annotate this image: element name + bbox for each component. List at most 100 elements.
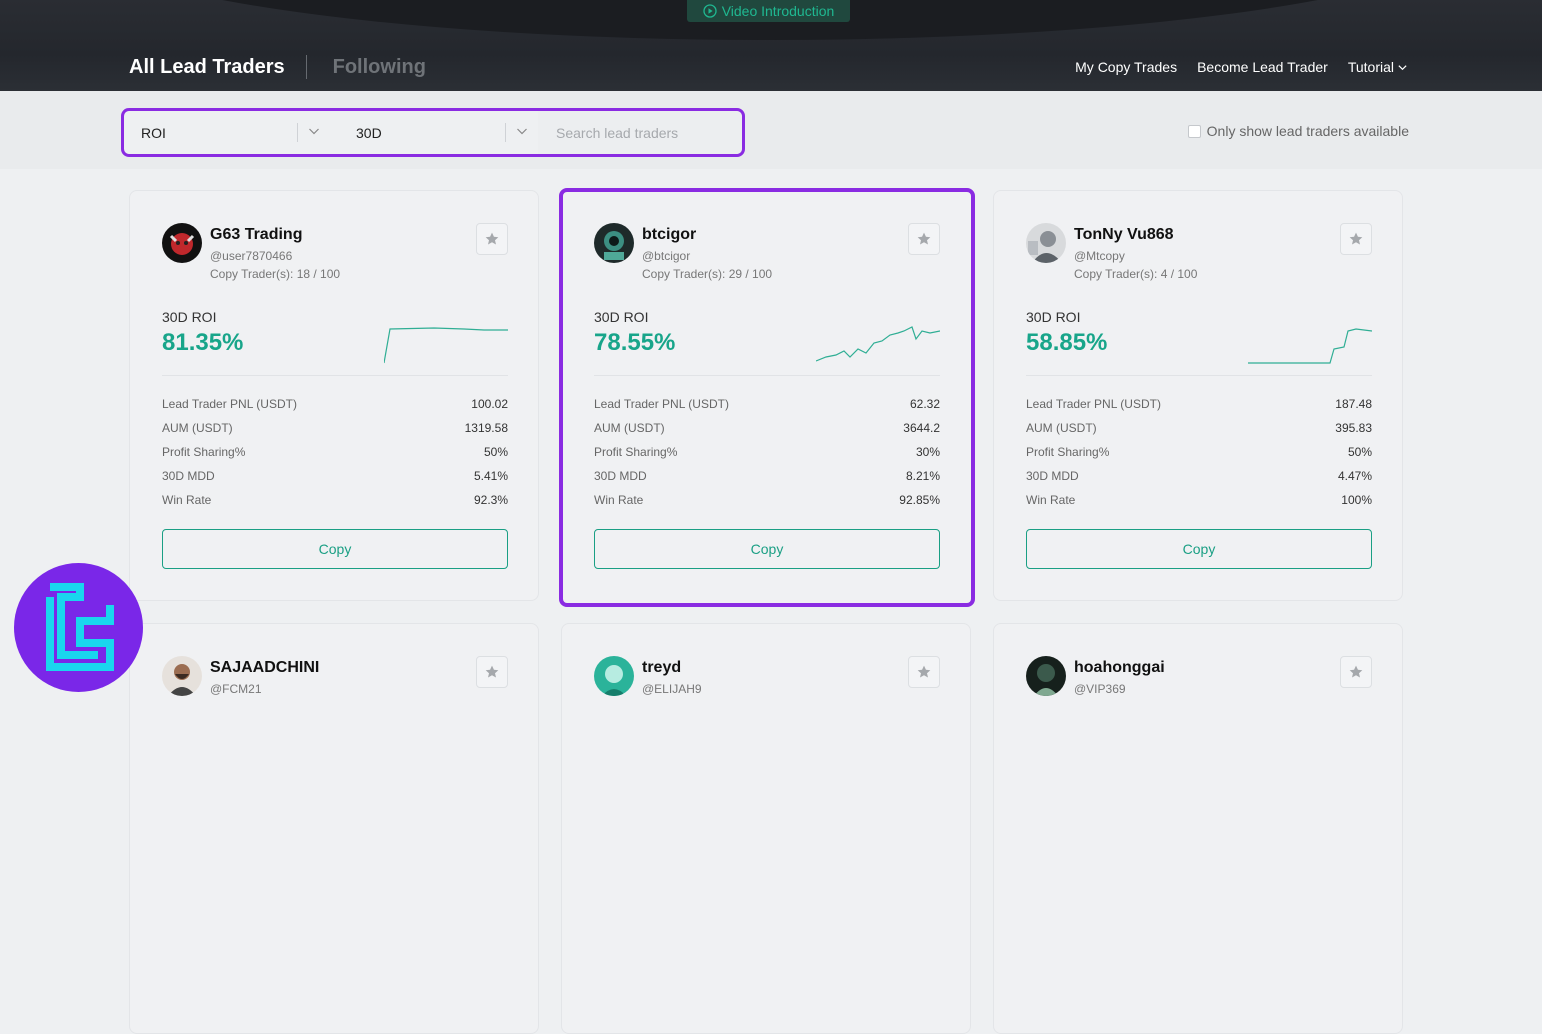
nav-my-copy-trades[interactable]: My Copy Trades xyxy=(1075,59,1177,75)
stat-row: 30D MDD 4.47% xyxy=(1026,469,1372,493)
tab-all-lead-traders[interactable]: All Lead Traders xyxy=(129,56,285,79)
trader-tabs: All Lead Traders Following xyxy=(129,55,426,79)
stat-value: 4.47% xyxy=(1337,469,1372,483)
stat-label: Profit Sharing% xyxy=(1026,445,1110,459)
trader-handle: @Mtcopy xyxy=(1074,249,1125,263)
stat-row: Lead Trader PNL (USDT) 100.02 xyxy=(162,397,508,421)
stat-value: 8.21% xyxy=(905,469,940,483)
stat-row: 30D MDD 8.21% xyxy=(594,469,940,493)
only-available-checkbox[interactable] xyxy=(1187,124,1201,138)
trader-name[interactable]: SAJAADCHINI xyxy=(210,659,319,677)
avatar[interactable] xyxy=(1026,223,1066,263)
copy-button[interactable]: Copy xyxy=(1026,529,1372,569)
trader-handle: @VIP369 xyxy=(1074,682,1126,696)
stat-label: Lead Trader PNL (USDT) xyxy=(162,397,297,411)
avatar[interactable] xyxy=(594,656,634,696)
star-icon xyxy=(1349,665,1363,678)
stat-row: AUM (USDT) 3644.2 xyxy=(594,421,940,445)
trader-stats: Lead Trader PNL (USDT) 62.32 AUM (USDT) 36… xyxy=(594,397,940,517)
trader-name[interactable]: hoahonggai xyxy=(1074,659,1165,677)
top-header: Video Introduction All Lead Traders Foll… xyxy=(0,0,1542,91)
trader-card: hoahonggai @VIP369 xyxy=(993,623,1403,1034)
stat-label: Lead Trader PNL (USDT) xyxy=(1026,397,1161,411)
top-nav: My Copy Trades Become Lead Trader Tutori… xyxy=(1075,59,1408,75)
watermark-logo-icon xyxy=(14,563,143,692)
trader-card: G63 Trading @user7870466 Copy Trader(s):… xyxy=(129,190,539,601)
only-available-toggle[interactable]: Only show lead traders available xyxy=(1187,123,1409,139)
stat-label: 30D MDD xyxy=(594,469,647,483)
stat-value: 5.41% xyxy=(473,469,508,483)
star-icon xyxy=(485,665,499,678)
roi-value: 78.55% xyxy=(594,329,676,356)
nav-tutorial[interactable]: Tutorial xyxy=(1348,59,1408,75)
nav-become-lead-trader[interactable]: Become Lead Trader xyxy=(1197,59,1328,75)
stat-value: 187.48 xyxy=(1335,397,1372,411)
stat-value: 30% xyxy=(915,445,940,459)
video-introduction-button[interactable]: Video Introduction xyxy=(687,0,850,22)
stat-row: Win Rate 92.3% xyxy=(162,493,508,517)
avatar[interactable] xyxy=(162,223,202,263)
sort-select-value: ROI xyxy=(141,124,166,141)
favorite-button[interactable] xyxy=(908,656,940,688)
stat-value: 50% xyxy=(1347,445,1372,459)
stat-label: AUM (USDT) xyxy=(594,421,665,435)
roi-sparkline xyxy=(1248,328,1372,364)
roi-label: 30D ROI xyxy=(162,309,217,325)
card-divider xyxy=(162,375,508,376)
stat-label: AUM (USDT) xyxy=(1026,421,1097,435)
copy-trader-count: Copy Trader(s): 29 / 100 xyxy=(642,267,773,281)
avatar[interactable] xyxy=(162,656,202,696)
roi-sparkline xyxy=(384,327,508,364)
trader-handle: @FCM21 xyxy=(210,682,262,696)
trader-handle: @user7870466 xyxy=(210,249,293,263)
stat-label: AUM (USDT) xyxy=(162,421,233,435)
avatar[interactable] xyxy=(1026,656,1066,696)
stat-label: Win Rate xyxy=(162,493,212,507)
roi-label: 30D ROI xyxy=(594,309,649,325)
trader-handle: @ELIJAH9 xyxy=(642,682,702,696)
play-circle-icon xyxy=(703,4,717,18)
stat-value: 100.02 xyxy=(471,397,508,411)
period-select[interactable]: 30D xyxy=(330,111,538,154)
favorite-button[interactable] xyxy=(476,223,508,255)
stat-row: AUM (USDT) 395.83 xyxy=(1026,421,1372,445)
period-select-value: 30D xyxy=(356,124,382,141)
favorite-button[interactable] xyxy=(908,223,940,255)
sort-select[interactable]: ROI xyxy=(124,111,330,154)
trader-stats: Lead Trader PNL (USDT) 187.48 AUM (USDT) 3… xyxy=(1026,397,1372,517)
stat-row: 30D MDD 5.41% xyxy=(162,469,508,493)
stat-label: 30D MDD xyxy=(1026,469,1079,483)
filter-bar: ROI 30D Search lead traders xyxy=(121,108,745,157)
only-available-label: Only show lead traders available xyxy=(1206,123,1409,139)
stat-value: 395.83 xyxy=(1335,421,1372,435)
favorite-button[interactable] xyxy=(1340,223,1372,255)
roi-sparkline xyxy=(816,326,940,362)
roi-label: 30D ROI xyxy=(1026,309,1081,325)
copy-trader-count: Copy Trader(s): 4 / 100 xyxy=(1074,267,1198,281)
stat-value: 1319.58 xyxy=(464,421,508,435)
trader-handle: @btcigor xyxy=(642,249,691,263)
star-icon xyxy=(485,232,499,245)
roi-value: 58.85% xyxy=(1026,329,1108,356)
favorite-button[interactable] xyxy=(1340,656,1372,688)
copy-button[interactable]: Copy xyxy=(594,529,940,569)
avatar[interactable] xyxy=(594,223,634,263)
trader-name[interactable]: TonNy Vu868 xyxy=(1074,226,1174,244)
stat-label: Lead Trader PNL (USDT) xyxy=(594,397,729,411)
favorite-button[interactable] xyxy=(476,656,508,688)
tab-following[interactable]: Following xyxy=(333,56,426,79)
card-divider xyxy=(594,375,940,376)
stat-row: Win Rate 100% xyxy=(1026,493,1372,517)
stat-label: Profit Sharing% xyxy=(162,445,246,459)
stat-label: Profit Sharing% xyxy=(594,445,678,459)
search-input[interactable]: Search lead traders xyxy=(538,111,742,154)
tab-divider xyxy=(305,55,307,79)
trader-name[interactable]: G63 Trading xyxy=(210,226,302,244)
video-introduction-label: Video Introduction xyxy=(721,3,835,19)
trader-name[interactable]: btcigor xyxy=(642,226,696,244)
star-icon xyxy=(917,232,931,245)
copy-button[interactable]: Copy xyxy=(162,529,508,569)
trader-name[interactable]: treyd xyxy=(642,659,681,677)
nav-tutorial-label: Tutorial xyxy=(1347,59,1394,75)
select-divider xyxy=(297,123,298,142)
